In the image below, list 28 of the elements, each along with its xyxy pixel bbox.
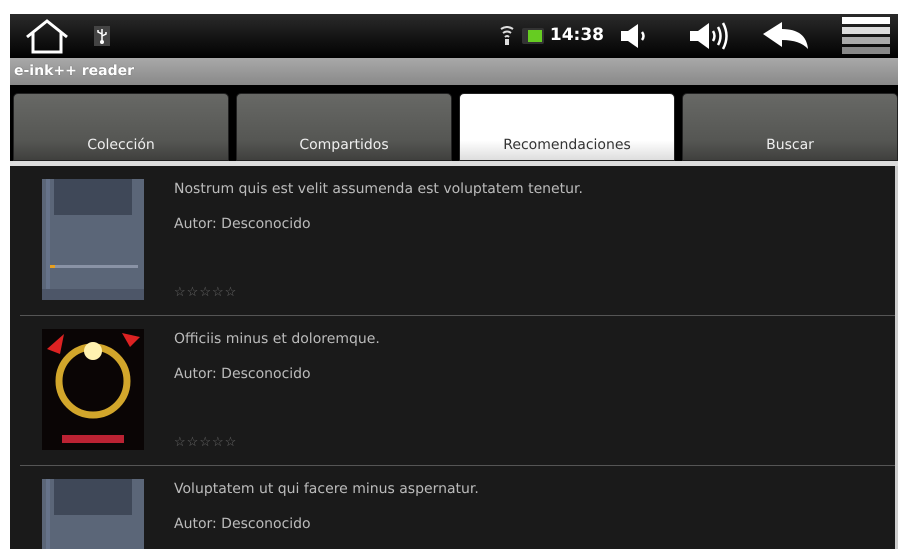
star-icon: ☆ xyxy=(224,432,236,452)
tab[interactable]: Recomendaciones xyxy=(459,93,675,161)
star-icon: ☆ xyxy=(186,432,198,452)
book-author: Autor: Desconocido xyxy=(174,365,312,384)
book-author: Autor: Desconocido xyxy=(174,215,312,234)
battery-icon xyxy=(522,28,544,44)
tab[interactable]: Colección xyxy=(13,93,229,161)
star-icon: ☆ xyxy=(174,432,186,452)
home-icon[interactable] xyxy=(24,18,70,54)
back-icon[interactable] xyxy=(762,21,810,51)
usb-icon xyxy=(94,26,110,46)
wifi-icon xyxy=(500,26,514,46)
tab[interactable]: Buscar xyxy=(682,93,898,161)
tab[interactable]: Compartidos xyxy=(236,93,452,161)
star-icon: ☆ xyxy=(212,282,224,302)
star-icon: ☆ xyxy=(224,282,236,302)
star-icon: ☆ xyxy=(174,282,186,302)
clock: 14:38 xyxy=(550,24,604,48)
menu-icon[interactable] xyxy=(842,17,890,55)
star-icon: ☆ xyxy=(199,432,211,452)
book-author: Autor: Desconocido xyxy=(174,515,312,534)
book-title: Nostrum quis est velit assumenda est voluptatem tenetur. xyxy=(174,180,583,199)
star-icon: ☆ xyxy=(199,282,211,302)
book-title: Voluptatem ut qui facere minus aspernatur. xyxy=(174,480,479,499)
star-icon: ☆ xyxy=(212,432,224,452)
app-title: e-ink++ reader xyxy=(10,58,898,85)
star-icon: ☆ xyxy=(186,282,198,302)
book-title: Officiis minus et doloremque. xyxy=(174,330,380,349)
